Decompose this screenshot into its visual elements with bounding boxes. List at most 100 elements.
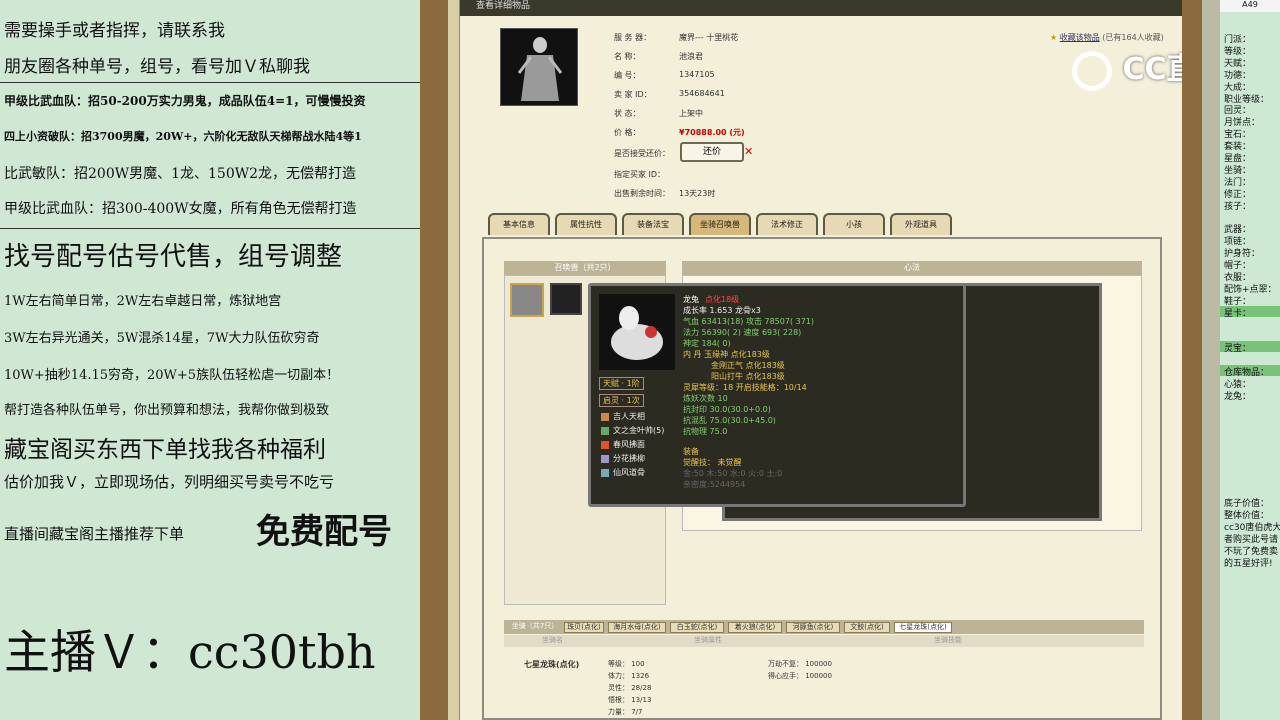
mount-tab[interactable]: 七星龙珠(点化) — [894, 622, 952, 633]
promo-line: 找号配号估号代售，组号调整 — [4, 242, 343, 272]
tab-appearance[interactable]: 外观道具 — [890, 213, 952, 235]
divider — [0, 228, 420, 229]
promo-line: 估价加我Ｖ，立即现场估，列明细买号卖号不吃亏 — [4, 473, 335, 491]
spreadsheet-row[interactable]: 星卡： — [1224, 306, 1251, 319]
promo-line: 10W+抽秒14.15穷奇，20W+5族队伍轻松虐一切副本！ — [4, 368, 340, 383]
spreadsheet-row[interactable]: 的五星好评! — [1224, 556, 1273, 569]
mount-tab[interactable]: 坐骑（共7只） — [508, 622, 562, 633]
mount-tab[interactable]: 海月水母(点化) — [608, 622, 666, 633]
col-header: 坐骑技能 — [934, 636, 962, 644]
cc-logo-icon — [1072, 50, 1112, 91]
summon-header: 召唤兽（共2只） — [504, 261, 666, 275]
tab-equipment[interactable]: 装备法宝 — [622, 213, 684, 235]
skill-icon — [601, 468, 609, 477]
promo-line: 藏宝阁买东西下单找我各种福利 — [4, 437, 326, 463]
mount-tab[interactable]: 文鲛(点化) — [844, 622, 890, 633]
skill-item: 分花拂柳 — [601, 453, 645, 464]
summon-tag: 点化18级 — [705, 295, 740, 304]
summon-equip: 装备 — [683, 447, 699, 456]
scroll-gutter — [448, 0, 460, 720]
favorite-link[interactable]: ★ 收藏该物品 (已有164人收藏) — [1050, 32, 1164, 43]
summon-elem: 金:50 木:50 水:0 火:0 土:0 — [683, 469, 783, 478]
status-label: 状 态： — [614, 109, 641, 118]
summon-hp: 气血 63413(18) 攻击 78507( 371) — [683, 317, 815, 326]
summon-tooltip: 龙兔 点化18级 成长率 1.653 龙骨x3 气血 63413(18) 攻击 … — [588, 283, 966, 507]
skill-item: 春风拂面 — [601, 439, 645, 450]
promo-line: 帮打造各种队伍单号，你出预算和想法，我帮你做到极致 — [4, 403, 330, 418]
spreadsheet-row[interactable]: 孩子： — [1224, 199, 1251, 212]
streamer-contact: 主播Ｖ：cc30tbh — [4, 625, 376, 679]
cell-reference: A49 — [1220, 0, 1280, 12]
star-icon: ★ — [1050, 33, 1058, 42]
seller-label: 卖 家 ID： — [614, 90, 652, 99]
mount-skill: 万劫不复： 100000 — [768, 660, 832, 668]
seller-value: 354684641 — [679, 89, 725, 98]
skill-icon — [601, 454, 609, 463]
summon-exp: 亲密度:5244954 — [683, 480, 746, 489]
skill-item: 文之金叶帅(5) — [601, 425, 664, 436]
server-label: 服 务 器： — [614, 33, 652, 42]
promo-line: 朋友圈各种单号，组号，看号加Ｖ私聊我 — [4, 57, 310, 77]
promo-line: 四上小资破队：招3700男魔，20W+，六阶化无敌队天梯帮战水陆4等1 — [4, 130, 362, 143]
window-frame-right — [1182, 0, 1202, 720]
tab-attributes[interactable]: 属性抗性 — [555, 213, 617, 235]
promo-panel: 需要操手或者指挥，请联系我 朋友圈各种单号，组号，看号加Ｖ私聊我 甲级比武血队：… — [0, 0, 420, 720]
tab-basic-info[interactable]: 基本信息 — [488, 213, 550, 235]
spreadsheet-row[interactable]: 灵宝： — [1224, 341, 1251, 354]
price-label: 价 格： — [614, 128, 641, 137]
mount-stat: 悟根： 13/13 — [608, 696, 652, 704]
summon-name: 龙兔 — [683, 295, 699, 304]
mount-name: 七星龙珠(点化) — [524, 660, 580, 669]
promo-line: 直播间藏宝阁主播推荐下单 — [4, 525, 185, 543]
summon-thumb[interactable] — [550, 283, 582, 315]
status-value: 上架中 — [679, 109, 703, 118]
promo-highlight: 免费配号 — [256, 512, 392, 552]
bargain-label: 是否接受还价： — [614, 149, 670, 158]
buyer-label: 指定买家 ID： — [614, 170, 666, 179]
enlighten-badge: 启灵 · 1次 — [599, 394, 644, 407]
bargain-button[interactable]: 还价 — [680, 142, 744, 162]
mount-tab[interactable]: 白玉蛇(点化) — [670, 622, 724, 633]
mount-tab[interactable]: 着火狼(点化) — [728, 622, 782, 633]
col-header: 坐骑名 — [542, 636, 563, 644]
summon-thumb[interactable] — [510, 283, 544, 317]
skill-icon — [601, 426, 609, 435]
summon-refine: 炼妖次数 10 — [683, 394, 728, 403]
scroll-gutter — [1202, 0, 1220, 720]
col-header: 坐骑属性 — [694, 636, 722, 644]
skill-item: 吉人天相 — [601, 411, 645, 422]
favorite-label: 收藏该物品 — [1059, 33, 1100, 42]
mount-tab[interactable]: 河豚鱼(点化) — [786, 622, 840, 633]
summon-mp: 法力 56390( 2) 速度 693( 228) — [683, 328, 802, 337]
tab-spells[interactable]: 法术修正 — [756, 213, 818, 235]
mount-stat: 等级： 100 — [608, 660, 645, 668]
close-icon[interactable]: ✕ — [744, 145, 753, 158]
spreadsheet-panel: A49 门派： 等级： 天赋： 功德： 大成： 职业等级： 回灵： 月饼点： 宝石： 套装： 星盘：… — [1220, 0, 1280, 720]
tab-mount-summon[interactable]: 坐骑召唤兽 — [689, 213, 751, 235]
price-value: ¥70888.00 (元) — [679, 128, 745, 137]
name-value: 池浪君 — [679, 52, 703, 61]
promo-line: 3W左右异光通关，5W混杀14星，7W大力队伍砍穷奇 — [4, 331, 320, 346]
skill-icon — [601, 412, 609, 421]
promo-line: 甲级比武血队：招50-200万实力男鬼，成品队伍4=1，可慢慢投资 — [4, 94, 366, 108]
mount-stat: 体力： 1326 — [608, 672, 650, 680]
divider — [0, 82, 420, 83]
summon-loyal: 神定 184( 0) — [683, 339, 731, 348]
summon-inner2: 金刚正气 点化183级 — [711, 361, 785, 370]
mount-skill: 得心应手： 100000 — [768, 672, 832, 680]
mount-tab[interactable]: 珠贝(点化) — [564, 622, 604, 633]
spreadsheet-row[interactable]: 龙兔： — [1224, 389, 1251, 402]
skill-icon — [601, 440, 609, 449]
summon-level: 灵犀等级：18 开启技能格：10/14 — [683, 383, 807, 392]
time-label: 出售剩余时间： — [614, 189, 670, 198]
character-portrait — [500, 28, 578, 106]
window-title: 查看详细物品 — [476, 1, 531, 11]
promo-line: 需要操手或者指挥，请联系我 — [4, 21, 225, 41]
tab-child[interactable]: 小孩 — [823, 213, 885, 235]
promo-line: 比武敏队：招200W男魔、1龙、150W2龙，无偿帮打造 — [4, 166, 357, 182]
skill-item: 仙风道骨 — [601, 467, 645, 478]
summon-res1: 抗封印 30.0(30.0+0.0) — [683, 405, 771, 414]
server-value: 魔界--- 十里桃花 — [679, 33, 739, 42]
mount-columns: 坐骑名 坐骑属性 坐骑技能 — [504, 635, 1144, 647]
window-frame-left — [420, 0, 448, 720]
